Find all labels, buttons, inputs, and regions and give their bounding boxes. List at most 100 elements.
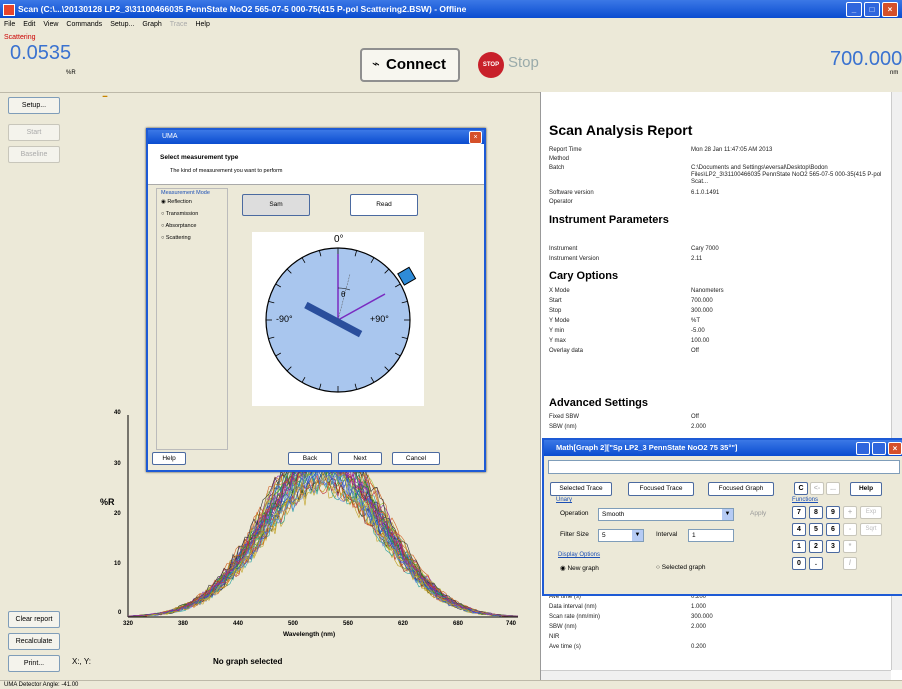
keypad-key[interactable]: + bbox=[843, 506, 857, 519]
radio-label: New graph bbox=[567, 565, 599, 572]
cancel-button[interactable]: Cancel bbox=[392, 452, 440, 465]
x-tick: 320 bbox=[123, 621, 134, 627]
next-button[interactable]: Next bbox=[338, 452, 382, 465]
dialog-close-button[interactable]: × bbox=[469, 131, 482, 144]
new-graph-radio[interactable]: ◉ New graph bbox=[560, 564, 599, 572]
menu-trace[interactable]: Trace bbox=[166, 18, 192, 32]
keypad-key[interactable]: 5 bbox=[809, 523, 823, 536]
radio-reflection[interactable]: ◉ Reflection bbox=[161, 199, 192, 205]
app-icon bbox=[3, 4, 15, 16]
menu-graph[interactable]: Graph bbox=[138, 18, 165, 32]
apply-button[interactable]: Apply bbox=[750, 510, 766, 517]
report-value: 1.000 bbox=[691, 604, 707, 610]
operation-value: Smooth bbox=[602, 511, 625, 518]
stop-label[interactable]: Stop bbox=[508, 54, 539, 71]
help-button[interactable]: Help bbox=[152, 452, 186, 465]
print-button[interactable]: Print... bbox=[8, 655, 60, 672]
functions-label: Functions bbox=[792, 497, 819, 503]
plug-icon: ⌁ bbox=[372, 56, 380, 71]
spectrum-trace bbox=[128, 464, 518, 617]
spectrum-trace bbox=[128, 470, 518, 617]
keypad-key[interactable]: 9 bbox=[826, 506, 840, 519]
sample-button[interactable]: Sam bbox=[242, 194, 310, 216]
x-tick: 560 bbox=[343, 621, 354, 627]
back-button[interactable]: Back bbox=[288, 452, 332, 465]
baseline-button[interactable]: Baseline bbox=[8, 146, 60, 163]
report-key: Report Time bbox=[549, 147, 582, 153]
menu-file[interactable]: File bbox=[0, 18, 19, 32]
clear-report-button[interactable]: Clear report bbox=[8, 611, 60, 628]
menu-edit[interactable]: Edit bbox=[19, 18, 39, 32]
read-button[interactable]: Read bbox=[350, 194, 418, 216]
menu-setup[interactable]: Setup... bbox=[106, 18, 138, 32]
y-tick: 20 bbox=[114, 511, 121, 517]
report-value: %T bbox=[691, 318, 700, 324]
keypad-key[interactable]: 8 bbox=[809, 506, 823, 519]
report-key: Y Mode bbox=[549, 318, 570, 324]
minimize-button[interactable]: _ bbox=[846, 2, 862, 17]
connect-button[interactable]: ⌁ Connect bbox=[360, 48, 460, 82]
math-help-button[interactable]: Help bbox=[850, 482, 882, 496]
keypad-key[interactable]: 2 bbox=[809, 540, 823, 553]
radio-label: Selected graph bbox=[661, 564, 706, 571]
keypad-key[interactable]: 7 bbox=[792, 506, 806, 519]
math-close-button[interactable]: × bbox=[888, 442, 902, 455]
angle-diagram: 0° -90° +90° θ bbox=[252, 232, 424, 406]
keypad-key[interactable]: 3 bbox=[826, 540, 840, 553]
close-button[interactable]: × bbox=[882, 2, 898, 17]
wavelength-unit: nm bbox=[890, 70, 899, 76]
report-value: 100.00 bbox=[691, 338, 710, 344]
keypad-key[interactable]: - bbox=[843, 523, 857, 536]
filter-size-select[interactable]: 5 ▼ bbox=[598, 529, 644, 542]
math-maximize-button[interactable] bbox=[872, 442, 886, 455]
expression-input[interactable] bbox=[548, 460, 900, 474]
setup-button[interactable]: Setup... bbox=[8, 97, 60, 114]
backspace-key[interactable]: <- bbox=[810, 482, 824, 495]
maximize-button[interactable]: □ bbox=[864, 2, 880, 17]
angle-left-label: -90° bbox=[276, 314, 293, 324]
y-axis-label: %R bbox=[100, 497, 115, 507]
radio-transmission[interactable]: ○ Transmission bbox=[161, 211, 198, 217]
selected-trace-button[interactable]: Selected Trace bbox=[550, 482, 612, 496]
operation-label: Operation bbox=[560, 510, 589, 517]
spectrum-trace bbox=[128, 452, 518, 617]
selected-graph-radio[interactable]: ○ Selected graph bbox=[656, 564, 705, 571]
keypad-key[interactable]: / bbox=[843, 557, 857, 570]
chevron-down-icon[interactable]: ▼ bbox=[632, 530, 643, 541]
focused-trace-button[interactable]: Focused Trace bbox=[628, 482, 694, 496]
keypad-key[interactable]: . bbox=[809, 557, 823, 570]
menu-commands[interactable]: Commands bbox=[62, 18, 106, 32]
menu-help[interactable]: Help bbox=[191, 18, 213, 32]
filter-size-value: 5 bbox=[602, 532, 606, 539]
keypad-key[interactable]: 0 bbox=[792, 557, 806, 570]
recalculate-button[interactable]: Recalculate bbox=[8, 633, 60, 650]
keypad-key[interactable]: 1 bbox=[792, 540, 806, 553]
interval-input[interactable]: 1 bbox=[688, 529, 734, 542]
spectrum-trace bbox=[128, 464, 518, 617]
clear-key[interactable]: C bbox=[794, 482, 808, 495]
spectrum-trace bbox=[128, 473, 518, 617]
spectrum-trace bbox=[128, 476, 518, 617]
more-key[interactable]: ... bbox=[826, 482, 840, 495]
keypad-key[interactable]: 4 bbox=[792, 523, 806, 536]
y-tick: 40 bbox=[114, 410, 121, 416]
start-button[interactable]: Start bbox=[8, 124, 60, 141]
angle-zero-label: 0° bbox=[334, 234, 344, 245]
radio-scattering[interactable]: ○ Scattering bbox=[161, 235, 191, 241]
chevron-down-icon[interactable]: ▼ bbox=[722, 509, 733, 520]
uma-dialog: UMA × Select measurement type The kind o… bbox=[146, 128, 486, 472]
keypad-key[interactable]: Sqrt bbox=[860, 523, 882, 536]
keypad-key[interactable]: Exp bbox=[860, 506, 882, 519]
stop-icon[interactable]: STOP bbox=[478, 52, 504, 78]
focused-graph-button[interactable]: Focused Graph bbox=[708, 482, 774, 496]
report-key: NIR bbox=[549, 634, 560, 640]
spectrum-trace bbox=[128, 463, 518, 617]
report-title: Scan Analysis Report bbox=[549, 122, 693, 138]
radio-absorptance[interactable]: ○ Absorptance bbox=[161, 223, 196, 229]
keypad-key[interactable]: 6 bbox=[826, 523, 840, 536]
keypad-key[interactable]: * bbox=[843, 540, 857, 553]
operation-select[interactable]: Smooth ▼ bbox=[598, 508, 734, 521]
math-minimize-button[interactable] bbox=[856, 442, 870, 455]
menu-view[interactable]: View bbox=[39, 18, 62, 32]
x-tick: 380 bbox=[178, 621, 189, 627]
